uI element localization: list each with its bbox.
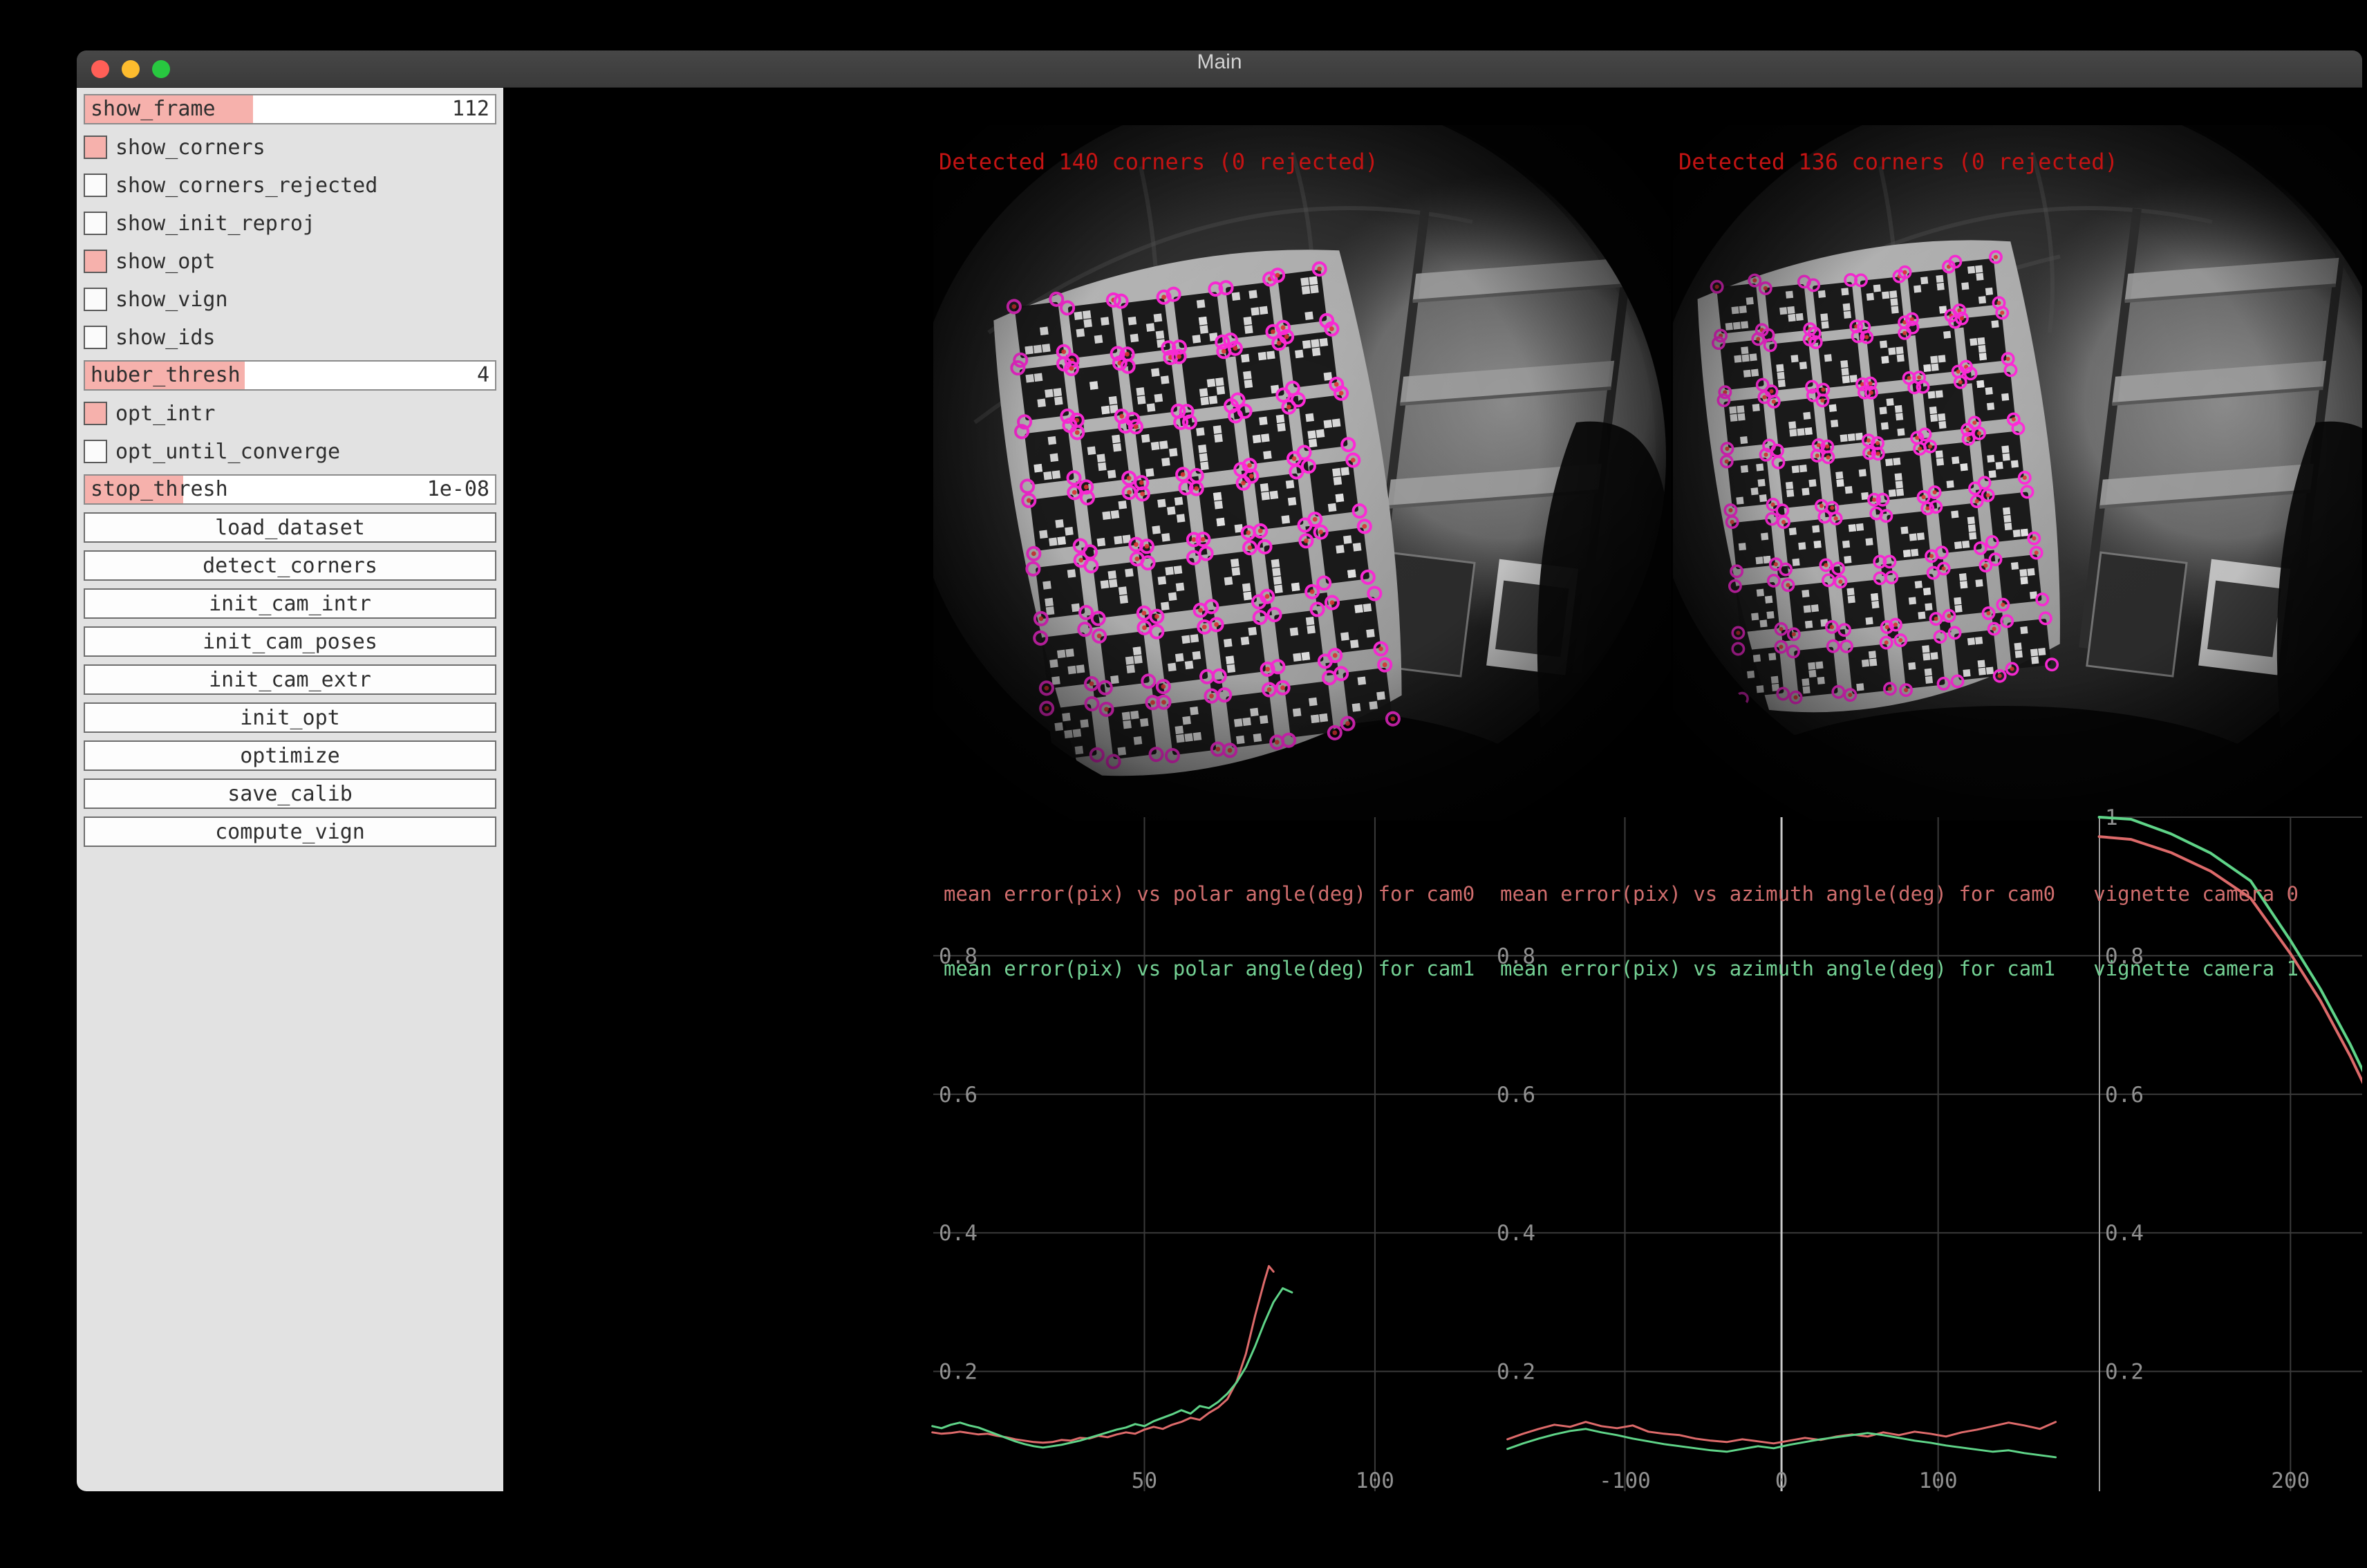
checkbox-box[interactable] — [84, 136, 107, 159]
legend-entry-cam1: mean error(pix) vs azimuth angle(deg) fo… — [1500, 956, 2055, 981]
button-label: save_calib — [227, 782, 353, 806]
button-detect_corners[interactable]: detect_corners — [84, 550, 496, 581]
button-init_cam_poses[interactable]: init_cam_poses — [84, 626, 496, 657]
slider-value: 4 — [477, 362, 489, 389]
button-label: optimize — [240, 744, 340, 768]
window-title: Main — [77, 50, 2362, 88]
legend-entry-cam1: mean error(pix) vs polar angle(deg) for … — [944, 956, 1475, 981]
polar-plot-legend: mean error(pix) vs polar angle(deg) for … — [944, 832, 1475, 1031]
slider-value: 1e-08 — [427, 476, 489, 503]
slider-label: show_frame — [91, 95, 216, 123]
slider-label: stop_thresh — [91, 476, 228, 503]
checkbox-box[interactable] — [84, 440, 107, 463]
checkbox-box[interactable] — [84, 250, 107, 273]
button-label: load_dataset — [215, 516, 365, 540]
button-optimize[interactable]: optimize — [84, 740, 496, 771]
slider-show_frame[interactable]: show_frame 112 — [84, 94, 496, 124]
svg-text:50: 50 — [1132, 1468, 1157, 1491]
button-label: init_cam_intr — [209, 592, 371, 616]
svg-text:0.4: 0.4 — [2105, 1221, 2144, 1246]
svg-text:100: 100 — [1356, 1468, 1394, 1491]
checkbox-opt_until_converge[interactable]: opt_until_converge — [84, 436, 496, 467]
svg-text:0.2: 0.2 — [2105, 1360, 2144, 1385]
button-init_cam_intr[interactable]: init_cam_intr — [84, 588, 496, 619]
checkbox-label: opt_until_converge — [115, 440, 340, 464]
legend-entry-cam0: vignette camera 0 — [2093, 881, 2299, 906]
button-label: init_cam_poses — [203, 630, 377, 654]
camera-1-view — [1673, 125, 2362, 821]
button-load_dataset[interactable]: load_dataset — [84, 512, 496, 543]
main-window: Main show_frame 112 show_corners show_corne… — [77, 50, 2362, 1491]
button-compute_vign[interactable]: compute_vign — [84, 816, 496, 847]
main-view: Detected 140 corners (0 rejected) Detect… — [503, 88, 2362, 1491]
svg-text:0.4: 0.4 — [939, 1221, 977, 1246]
camera-1-status: Detected 136 corners (0 rejected) — [1678, 149, 2118, 175]
svg-text:0.2: 0.2 — [1497, 1360, 1535, 1385]
svg-text:0.6: 0.6 — [2105, 1083, 2144, 1108]
checkbox-label: show_ids — [115, 326, 216, 350]
checkbox-label: opt_intr — [115, 402, 216, 426]
checkbox-box[interactable] — [84, 326, 107, 349]
button-init_opt[interactable]: init_opt — [84, 702, 496, 733]
checkbox-label: show_opt — [115, 250, 216, 274]
button-save_calib[interactable]: save_calib — [84, 778, 496, 809]
camera-0-view — [933, 125, 1671, 821]
button-label: init_cam_extr — [209, 668, 371, 692]
azimuth-plot-legend: mean error(pix) vs azimuth angle(deg) fo… — [1500, 832, 2055, 1031]
checkbox-label: show_corners_rejected — [115, 174, 377, 198]
slider-stop_thresh[interactable]: stop_thresh 1e-08 — [84, 474, 496, 505]
checkbox-label: show_init_reproj — [115, 212, 315, 236]
button-label: init_opt — [240, 706, 340, 730]
checkbox-show_ids[interactable]: show_ids — [84, 322, 496, 353]
slider-value: 112 — [452, 95, 489, 123]
checkbox-show_corners_rejected[interactable]: show_corners_rejected — [84, 170, 496, 200]
legend-entry-cam1: vignette camera 1 — [2093, 956, 2299, 981]
checkbox-label: show_vign — [115, 288, 228, 312]
button-label: detect_corners — [203, 554, 377, 578]
checkbox-box[interactable] — [84, 402, 107, 425]
camera-0-status: Detected 140 corners (0 rejected) — [939, 149, 1378, 175]
checkbox-box[interactable] — [84, 174, 107, 197]
svg-text:0.6: 0.6 — [1497, 1083, 1535, 1108]
legend-entry-cam0: mean error(pix) vs polar angle(deg) for … — [944, 881, 1475, 906]
svg-text:0.2: 0.2 — [939, 1360, 977, 1385]
svg-text:100: 100 — [1919, 1468, 1958, 1491]
slider-label: huber_thresh — [91, 362, 241, 389]
checkbox-show_corners[interactable]: show_corners — [84, 132, 496, 162]
checkbox-show_init_reproj[interactable]: show_init_reproj — [84, 208, 496, 239]
svg-text:0: 0 — [1775, 1468, 1788, 1491]
title-bar: Main — [77, 50, 2362, 88]
slider-huber_thresh[interactable]: huber_thresh 4 — [84, 360, 496, 391]
checkbox-box[interactable] — [84, 212, 107, 235]
button-init_cam_extr[interactable]: init_cam_extr — [84, 664, 496, 695]
checkbox-box[interactable] — [84, 288, 107, 311]
button-label: compute_vign — [215, 820, 365, 844]
svg-text:0.6: 0.6 — [939, 1083, 977, 1108]
control-sidebar: show_frame 112 show_corners show_corners_re… — [77, 88, 503, 1491]
checkbox-show_vign[interactable]: show_vign — [84, 284, 496, 315]
checkbox-label: show_corners — [115, 136, 265, 160]
svg-text:0.4: 0.4 — [1497, 1221, 1535, 1246]
svg-text:200: 200 — [2271, 1468, 2310, 1491]
checkbox-opt_intr[interactable]: opt_intr — [84, 398, 496, 429]
legend-entry-cam0: mean error(pix) vs azimuth angle(deg) fo… — [1500, 881, 2055, 906]
vignette-plot-legend: vignette camera 0 vignette camera 1 — [2093, 832, 2299, 1031]
svg-text:-100: -100 — [1599, 1468, 1651, 1491]
checkbox-show_opt[interactable]: show_opt — [84, 246, 496, 277]
